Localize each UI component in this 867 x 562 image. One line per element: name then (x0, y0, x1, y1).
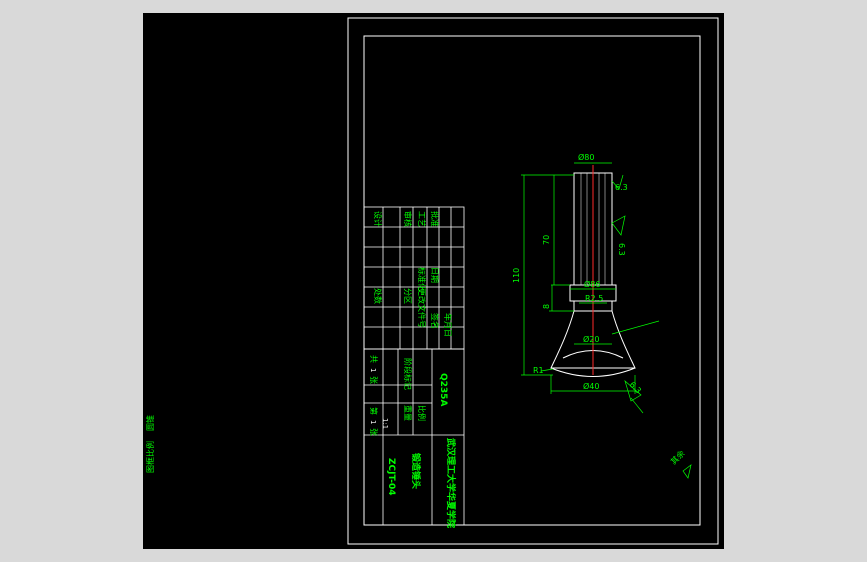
tb-material: Q235A (438, 373, 448, 406)
tb-label-changes: 处数 (373, 288, 383, 304)
dimensions: Ø80 6.3 6.3 110 70 8 Ø86 R2.5 Ø20 R1 Ø40… (512, 152, 692, 479)
drawing-sheet-inner-frame (363, 35, 701, 526)
tb-label-craft: 工艺 (417, 211, 426, 227)
dim-bottom-diameter: Ø40 (583, 381, 599, 391)
left-margin-labels: 圆锥 图框比例 (145, 415, 155, 473)
tb-scale-value: 1:1 (381, 418, 389, 429)
rest-roughness-note: 其余 (668, 448, 686, 466)
drawing-sheet-outer-frame (347, 17, 719, 545)
tb-sheet-no-label: 第 (369, 407, 379, 415)
part-hammer-head (550, 165, 636, 377)
tb-sheet-total-unit: 张 (369, 376, 378, 384)
tb-sheet-total-label: 共 (369, 355, 378, 363)
margin-label-2: 图框比例 (145, 441, 155, 473)
tb-sheet-total-count: 1 (369, 368, 377, 372)
dim-radius: R1 (533, 366, 544, 375)
dim-length-110: 110 (512, 268, 521, 283)
tb-label-review: 审核 (403, 211, 413, 227)
title-block: 设计 审核 工艺 批准 标准化 日期 处数 分区 更改文件号 签名 年月日 阶段… (363, 206, 465, 528)
cad-drawing: 圆锥 图框比例 设计 审核 工艺 批准 标准化 日期 处数 分区 更改文件号 签… (145, 17, 719, 545)
roughness-bottom: 6.3 (628, 380, 643, 395)
tb-sheet-no-unit: 张 (369, 428, 378, 436)
cad-viewport[interactable]: 圆锥 图框比例 设计 审核 工艺 批准 标准化 日期 处数 分区 更改文件号 签… (143, 13, 724, 549)
dim-top-diameter: Ø80 (578, 152, 594, 162)
margin-label-1: 圆锥 (145, 415, 155, 431)
tb-label-approve: 批准 (430, 211, 440, 227)
roughness-top: 6.3 (615, 183, 628, 192)
dim-neck-diameter: Ø20 (583, 334, 599, 344)
tb-drawing-name: 锻造锤头 (410, 453, 422, 489)
tb-label-zone: 分区 (403, 288, 412, 304)
tb-label-weight: 重量 (403, 405, 413, 421)
tb-label-design: 设计 (373, 211, 383, 227)
tb-label-scale: 比例 (417, 405, 427, 421)
dim-neck-width: R2.5 (585, 294, 603, 303)
dim-mid-diameter: Ø86 (584, 279, 600, 289)
tb-label-change-doc: 更改文件号 (417, 288, 427, 328)
dim-length-8: 8 (542, 304, 551, 309)
dim-length-70: 70 (542, 235, 551, 245)
tb-drawing-number: ZCJT-04 (386, 458, 396, 496)
tb-label-date: 日期 (430, 267, 439, 283)
roughness-side: 6.3 (617, 243, 626, 256)
tb-school-name: 武汉理工大学华夏学院 (445, 438, 457, 528)
tb-label-stage: 阶段标记 (403, 358, 413, 390)
tb-sheet-no-count: 1 (369, 420, 377, 424)
tb-label-ymd: 年月日 (443, 313, 453, 337)
tb-label-signature: 签名 (430, 313, 440, 329)
